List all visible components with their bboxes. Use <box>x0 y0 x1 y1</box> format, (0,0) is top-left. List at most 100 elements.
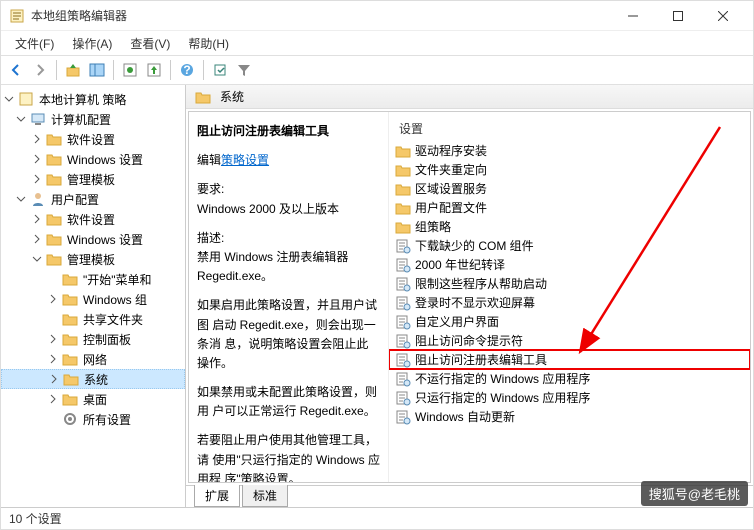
list-item[interactable]: 只运行指定的 Windows 应用程序 <box>389 388 750 407</box>
tree-toggle-icon[interactable] <box>47 333 59 345</box>
tree-toggle-icon[interactable] <box>31 133 43 145</box>
tab-standard[interactable]: 标准 <box>242 485 288 507</box>
list-item[interactable]: 不运行指定的 Windows 应用程序 <box>389 369 750 388</box>
tree-node[interactable]: 管理模板 <box>1 249 185 269</box>
folder-icon <box>62 291 78 307</box>
list-item-label: 驱动程序安装 <box>415 142 487 159</box>
tree-node[interactable]: 系统 <box>1 369 185 389</box>
list-item[interactable]: 阻止访问命令提示符 <box>389 331 750 350</box>
tree-node[interactable]: 桌面 <box>1 389 185 409</box>
tree-node[interactable]: 用户配置 <box>1 189 185 209</box>
tree-toggle-icon[interactable] <box>3 93 15 105</box>
edit-policy-link[interactable]: 策略设置 <box>221 153 269 167</box>
tree-toggle-icon[interactable] <box>31 253 43 265</box>
list-item[interactable]: 限制这些程序从帮助启动 <box>389 274 750 293</box>
tree-toggle-icon[interactable] <box>47 393 59 405</box>
up-button[interactable] <box>62 59 84 81</box>
tree-label: 桌面 <box>81 391 109 408</box>
filter-button[interactable] <box>233 59 255 81</box>
list-item-label: 下载缺少的 COM 组件 <box>415 237 534 254</box>
list-item[interactable]: 驱动程序安装 <box>389 141 750 160</box>
tree-toggle-icon[interactable] <box>47 313 59 325</box>
list-item[interactable]: 区域设置服务 <box>389 179 750 198</box>
tree-toggle-icon[interactable] <box>31 153 43 165</box>
settings-list[interactable]: 设置 驱动程序安装文件夹重定向区域设置服务用户配置文件组策略下载缺少的 COM … <box>389 112 750 482</box>
menu-view[interactable]: 查看(V) <box>122 33 178 54</box>
list-column-header[interactable]: 设置 <box>389 116 750 141</box>
close-button[interactable] <box>700 1 745 31</box>
tree-label: 软件设置 <box>65 211 117 228</box>
tree-toggle-icon[interactable] <box>31 173 43 185</box>
tree-toggle-icon[interactable] <box>47 413 59 425</box>
tree-toggle-icon[interactable] <box>31 213 43 225</box>
back-button[interactable] <box>5 59 27 81</box>
tree-node[interactable]: 网络 <box>1 349 185 369</box>
list-item-label: 自定义用户界面 <box>415 313 499 330</box>
list-item-label: 只运行指定的 Windows 应用程序 <box>415 389 590 406</box>
tree-node[interactable]: 共享文件夹 <box>1 309 185 329</box>
folder-icon <box>62 351 78 367</box>
list-item[interactable]: 用户配置文件 <box>389 198 750 217</box>
tree-toggle-icon[interactable] <box>15 113 27 125</box>
folder-icon <box>46 151 62 167</box>
tree-toggle-icon[interactable] <box>48 373 60 385</box>
list-item[interactable]: 文件夹重定向 <box>389 160 750 179</box>
maximize-button[interactable] <box>655 1 700 31</box>
tree-node[interactable]: 本地计算机 策略 <box>1 89 185 109</box>
setting-icon <box>395 257 411 273</box>
list-item[interactable]: 登录时不显示欢迎屏幕 <box>389 293 750 312</box>
tree-label: 系统 <box>82 371 110 388</box>
list-item[interactable]: 下载缺少的 COM 组件 <box>389 236 750 255</box>
tree-node[interactable]: 计算机配置 <box>1 109 185 129</box>
folder-icon <box>395 219 411 235</box>
list-item-label: 组策略 <box>415 218 451 235</box>
window-title: 本地组策略编辑器 <box>31 7 610 24</box>
tree-node[interactable]: 软件设置 <box>1 129 185 149</box>
menu-action[interactable]: 操作(A) <box>64 33 120 54</box>
tree-label: 管理模板 <box>65 251 117 268</box>
tree-node[interactable]: "开始"菜单和 <box>1 269 185 289</box>
tree-label: 共享文件夹 <box>81 311 145 328</box>
tree-label: 用户配置 <box>49 191 101 208</box>
list-item[interactable]: 2000 年世纪转译 <box>389 255 750 274</box>
tree-toggle-icon[interactable] <box>15 193 27 205</box>
tree-panel[interactable]: 本地计算机 策略计算机配置软件设置Windows 设置管理模板用户配置软件设置W… <box>1 85 186 507</box>
tree-label: 软件设置 <box>65 131 117 148</box>
minimize-button[interactable] <box>610 1 655 31</box>
tree-node[interactable]: 软件设置 <box>1 209 185 229</box>
tree-node[interactable]: 控制面板 <box>1 329 185 349</box>
list-item[interactable]: 自定义用户界面 <box>389 312 750 331</box>
statusbar: 10 个设置 <box>1 507 753 529</box>
list-item[interactable]: 阻止访问注册表编辑工具 <box>389 350 750 369</box>
tree-toggle-icon[interactable] <box>47 293 59 305</box>
tree-toggle-icon[interactable] <box>47 353 59 365</box>
help-button[interactable]: ? <box>176 59 198 81</box>
export-button[interactable] <box>143 59 165 81</box>
properties-button[interactable] <box>119 59 141 81</box>
computer-icon <box>30 111 46 127</box>
tree-toggle-icon[interactable] <box>31 233 43 245</box>
tree-node[interactable]: 管理模板 <box>1 169 185 189</box>
content-area: 本地计算机 策略计算机配置软件设置Windows 设置管理模板用户配置软件设置W… <box>1 85 753 507</box>
tree-node[interactable]: Windows 设置 <box>1 149 185 169</box>
folder-icon <box>62 391 78 407</box>
list-item[interactable]: 组策略 <box>389 217 750 236</box>
user-icon <box>30 191 46 207</box>
menu-file[interactable]: 文件(F) <box>7 33 62 54</box>
forward-button[interactable] <box>29 59 51 81</box>
menu-help[interactable]: 帮助(H) <box>180 33 237 54</box>
tab-extended[interactable]: 扩展 <box>194 485 240 507</box>
tree-label: Windows 设置 <box>65 151 145 168</box>
tree-node[interactable]: Windows 组 <box>1 289 185 309</box>
tree-toggle-icon[interactable] <box>47 273 59 285</box>
folder-icon <box>46 231 62 247</box>
tree-label: 计算机配置 <box>49 111 113 128</box>
show-hide-tree-button[interactable] <box>86 59 108 81</box>
list-item[interactable]: Windows 自动更新 <box>389 407 750 426</box>
status-text: 10 个设置 <box>9 510 62 527</box>
list-item-label: 登录时不显示欢迎屏幕 <box>415 294 535 311</box>
tree-node[interactable]: 所有设置 <box>1 409 185 429</box>
extension-button[interactable] <box>209 59 231 81</box>
folder-icon <box>46 131 62 147</box>
tree-node[interactable]: Windows 设置 <box>1 229 185 249</box>
